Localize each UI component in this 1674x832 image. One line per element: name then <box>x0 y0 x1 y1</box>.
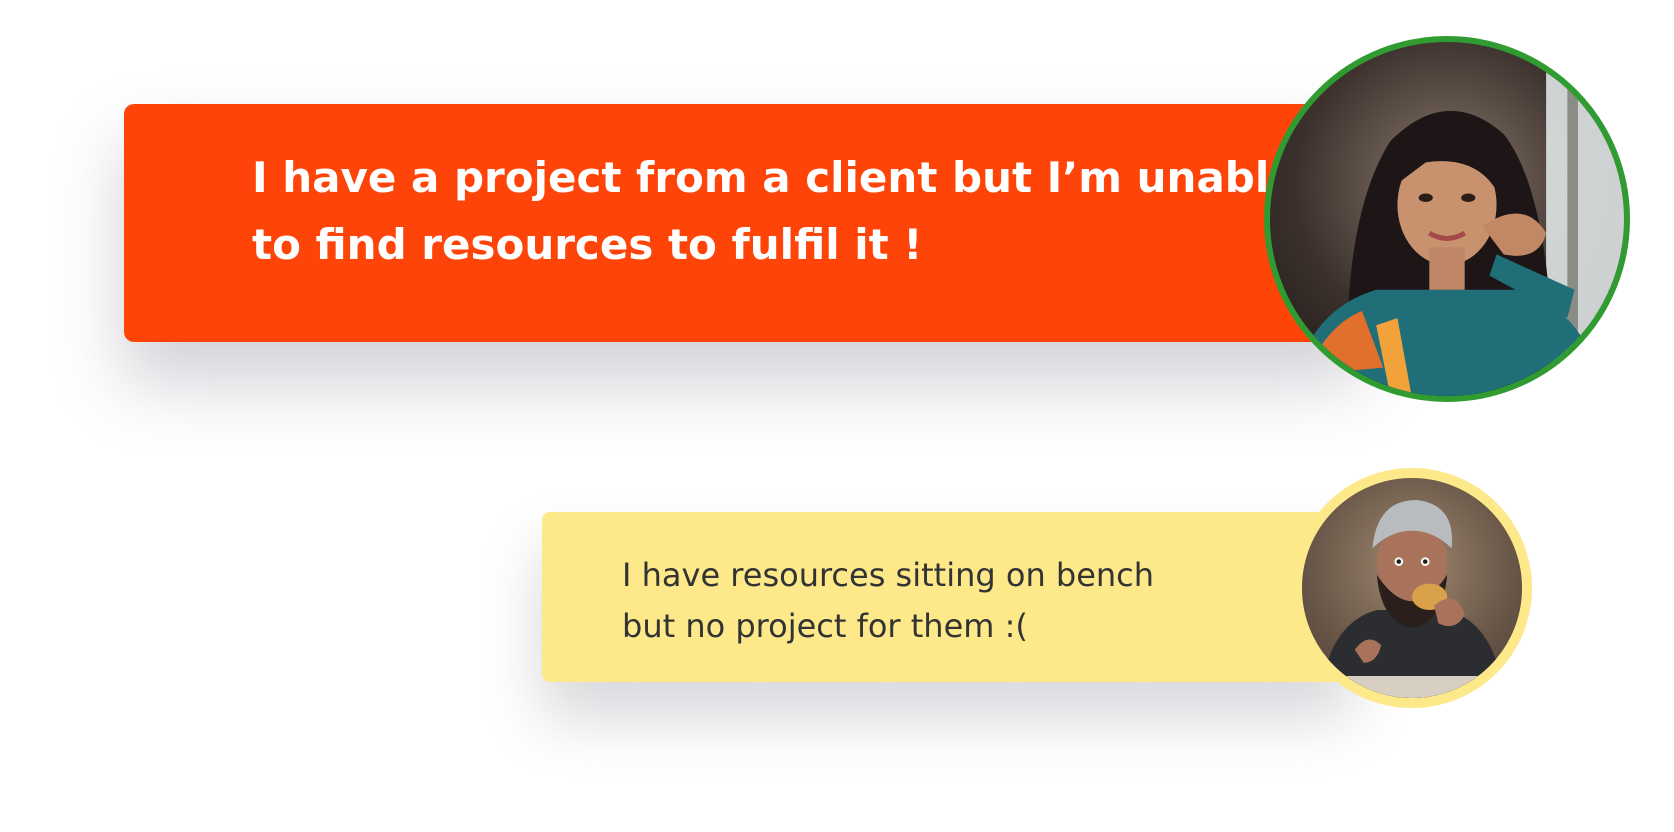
bench-message-card: I have resources sitting on bench but no… <box>542 512 1352 682</box>
woman-avatar <box>1264 36 1630 402</box>
man-avatar-icon <box>1302 478 1522 698</box>
client-message-card: I have a project from a client but I’m u… <box>124 104 1364 342</box>
client-message-line-2: to find resources to fulfil it ! <box>252 220 923 269</box>
bench-message-text: I have resources sitting on bench but no… <box>622 550 1242 652</box>
bench-message-line-1: I have resources sitting on bench <box>622 556 1155 594</box>
testimonial-stage: I have a project from a client but I’m u… <box>0 0 1674 832</box>
client-message-text: I have a project from a client but I’m u… <box>252 144 1298 278</box>
client-message-line-1: I have a project from a client but I’m u… <box>252 153 1298 202</box>
man-avatar <box>1292 468 1532 708</box>
bench-message-line-2: but no project for them :( <box>622 607 1028 645</box>
woman-avatar-icon <box>1291 42 1624 396</box>
